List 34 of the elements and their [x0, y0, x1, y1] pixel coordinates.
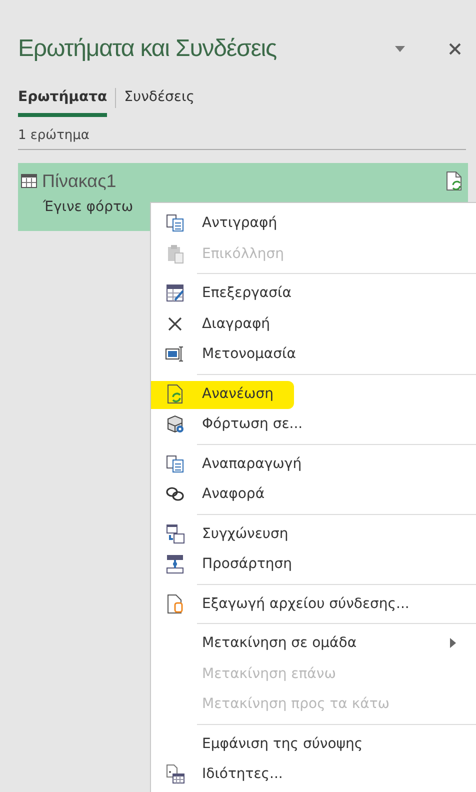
query-count: 1 ερώτημα: [18, 128, 90, 143]
query-name: Πίνακας1: [42, 170, 116, 192]
refresh-document-icon: [165, 384, 185, 404]
menu-item[interactable]: Φόρτωση σε...: [199, 412, 306, 436]
export-file-icon: [165, 594, 185, 614]
append-tables-icon: [165, 554, 185, 574]
menu-item[interactable]: Εμφάνιση της σύνοψης: [199, 732, 366, 756]
edit-table-icon: [165, 283, 185, 304]
rename-icon: [165, 344, 185, 364]
close-icon[interactable]: [448, 42, 462, 56]
menu-item[interactable]: Ιδιότητες...: [199, 762, 286, 786]
paste-icon: [165, 244, 185, 264]
query-status: Έγινε φόρτω: [43, 199, 134, 215]
pane-title: Ερωτήματα και Συνδέσεις: [18, 35, 278, 63]
table-icon: [21, 174, 37, 188]
properties-icon: [165, 764, 185, 784]
copy-icon: [165, 213, 185, 234]
tab[interactable]: Συνδέσεις: [124, 85, 194, 117]
menu-item[interactable]: Αναπαραγωγή: [199, 452, 305, 476]
dropdown-icon[interactable]: [394, 45, 406, 53]
merge-tables-icon: [165, 524, 185, 544]
cube-gear-icon: [165, 414, 185, 434]
menu-item[interactable]: Συγχώνευση: [199, 522, 292, 546]
copy-icon: [165, 454, 185, 474]
menu-item[interactable]: Επεξεργασία: [199, 281, 294, 306]
menu-item[interactable]: Μετακίνηση σε ομάδα: [199, 631, 360, 656]
refresh-document-icon[interactable]: [446, 171, 462, 191]
tab[interactable]: Ερωτήματα: [18, 85, 108, 117]
menu-item[interactable]: Ανανέωση: [199, 382, 276, 406]
menu-item[interactable]: Μετονομασία: [199, 342, 300, 366]
menu-item[interactable]: Προσάρτηση: [199, 552, 296, 576]
menu-item[interactable]: Αναφορά: [199, 482, 268, 506]
menu-item[interactable]: Εξαγωγή αρχείου σύνδεσης...: [199, 592, 412, 616]
menu-item[interactable]: Διαγραφή: [199, 312, 274, 336]
